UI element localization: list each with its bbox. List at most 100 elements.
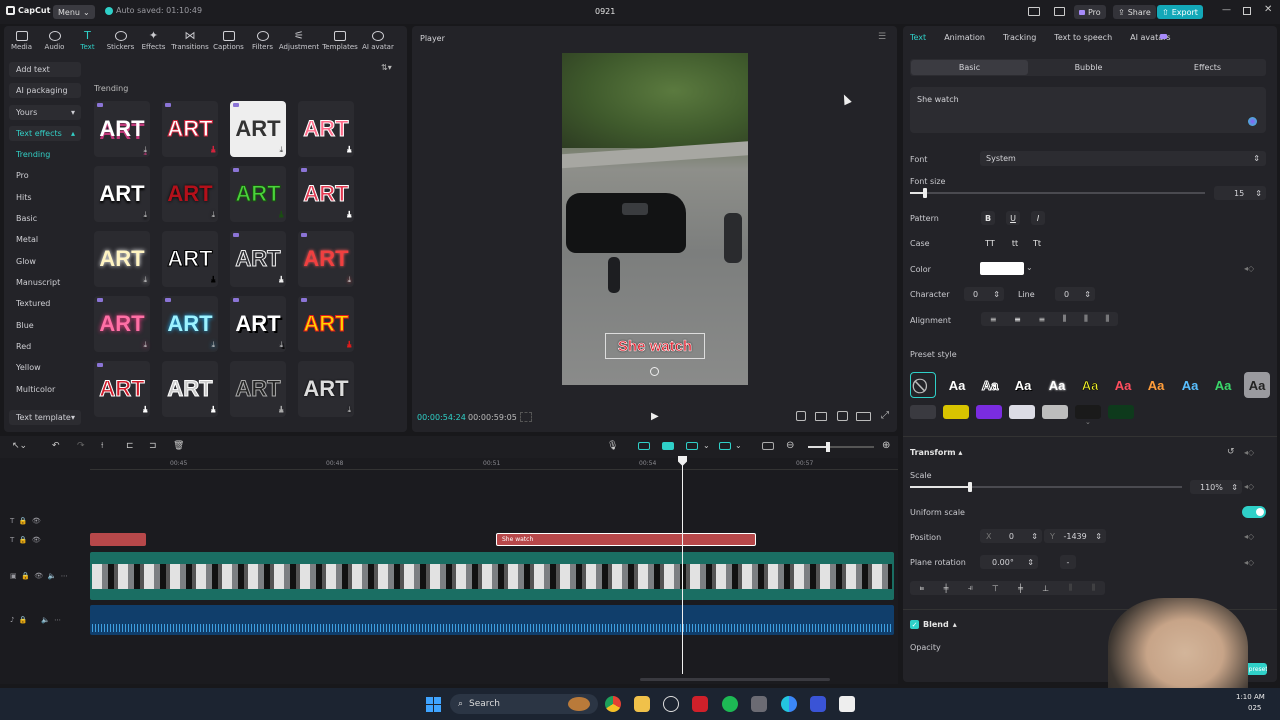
preset-style[interactable]: Aa (1077, 372, 1103, 398)
preset-style[interactable] (1042, 405, 1068, 419)
chevron-down-icon[interactable]: ⌄ (1026, 263, 1033, 272)
color-swatch[interactable] (980, 262, 1024, 275)
preset-style[interactable]: Aa (977, 372, 1003, 398)
pro-button[interactable]: Pro (1074, 5, 1106, 19)
align-h-center-icon[interactable]: ╪ (944, 584, 949, 593)
align-right-edge-icon[interactable]: ⫣ (968, 583, 973, 593)
distribute-v-icon[interactable]: ⫼ (1092, 583, 1096, 593)
timecode-grid-icon[interactable] (520, 412, 532, 422)
chevron-down-icon[interactable]: ⌄ (703, 441, 710, 450)
chrome-icon[interactable] (605, 696, 621, 712)
scale-slider[interactable] (910, 482, 1182, 492)
project-name[interactable]: 0921 (595, 7, 615, 16)
line-spacing-input[interactable]: 0 ⇕ (1055, 287, 1095, 301)
text-effect-tile[interactable]: ART ⤓ (230, 231, 286, 287)
add-text-button[interactable]: Add text (9, 62, 81, 77)
zoom-handle[interactable] (826, 442, 830, 452)
close-icon[interactable]: ✕ (1264, 4, 1272, 15)
text-input[interactable]: She watch (910, 87, 1266, 133)
text-effect-tile[interactable]: ART ⤓ (94, 296, 150, 352)
vertical-align-top-icon[interactable]: ⫼ (1063, 314, 1067, 324)
spotify-icon[interactable] (722, 696, 738, 712)
font-size-slider[interactable] (910, 188, 1205, 198)
fullscreen-icon[interactable]: ⤢ (881, 410, 889, 421)
tab-text[interactable]: T Text (71, 27, 104, 55)
keyframe-icon[interactable]: ◂◇ (1244, 532, 1254, 541)
export-button[interactable]: ⇧ Export (1157, 5, 1203, 19)
preset-style[interactable]: Aa (1210, 372, 1236, 398)
eye-icon[interactable]: 👁 (34, 572, 43, 580)
text-effect-tile[interactable]: ART ⤓ (162, 101, 218, 157)
text-clip-selected[interactable]: She watch (496, 533, 756, 546)
vertical-align-center-icon[interactable]: ⫼ (1084, 314, 1088, 324)
trim-left-icon[interactable]: ⊏ (126, 441, 134, 451)
timeline-scrollbar[interactable] (640, 678, 830, 681)
sort-icon[interactable]: ⇅▾ (381, 63, 392, 72)
tab-transitions[interactable]: ⋈ Transitions (170, 27, 210, 55)
video-frame[interactable]: She watch (562, 53, 748, 385)
share-button[interactable]: ⇪ Share (1113, 5, 1156, 19)
preset-style[interactable]: Aa (1110, 372, 1136, 398)
snap-icon[interactable] (719, 442, 731, 450)
tab-animation[interactable]: Animation (944, 33, 985, 42)
preset-style[interactable] (1075, 405, 1101, 419)
tab-filters[interactable]: Filters (247, 27, 278, 55)
menu-lines-icon[interactable]: ☰ (878, 32, 886, 42)
subtab-basic[interactable]: Basic (911, 60, 1028, 75)
tab-text-to-speech[interactable]: Text to speech (1054, 33, 1112, 42)
scale-input[interactable]: 110% ⇕ (1190, 480, 1242, 494)
uppercase-button[interactable]: TT (983, 236, 997, 250)
mute-icon[interactable]: 🔈 (48, 572, 57, 580)
aspect-icon[interactable] (856, 412, 871, 421)
keyframe-icon[interactable]: ◂◇ (1244, 558, 1254, 567)
tab-ai-avatar[interactable]: AI avatar (360, 27, 396, 55)
align-top-edge-icon[interactable]: ⊤ (992, 584, 999, 593)
lock-icon[interactable]: 🔒 (19, 517, 28, 525)
preset-style[interactable]: Aa (944, 372, 970, 398)
zoom-in-icon[interactable]: ⊕ (882, 440, 890, 451)
magnet-icon[interactable] (638, 442, 650, 450)
maximize-icon[interactable] (1243, 7, 1251, 15)
app-icon[interactable] (810, 696, 826, 712)
tab-tracking[interactable]: Tracking (1003, 33, 1036, 42)
text-effect-tile[interactable]: ART ⤓ (162, 166, 218, 222)
zoom-out-icon[interactable]: ⊖ (786, 440, 794, 451)
sidebar-item-basic[interactable]: Basic (9, 211, 81, 226)
subtab-effects[interactable]: Effects (1149, 60, 1266, 75)
screenshot-icon[interactable] (837, 411, 848, 421)
rotation-input[interactable]: 0.00° ⇕ (980, 555, 1038, 569)
play-icon[interactable]: ▶ (651, 411, 659, 422)
distribute-h-icon[interactable]: ⫼ (1069, 583, 1073, 593)
keyframe-icon[interactable]: ◂◇ (1244, 482, 1254, 491)
shortcut-icon[interactable] (1054, 7, 1065, 16)
delete-icon[interactable]: 🗑 (173, 441, 184, 451)
preset-style[interactable]: Aa (1143, 372, 1169, 398)
sidebar-item-pro[interactable]: Pro (9, 168, 81, 183)
yours-dropdown[interactable]: Yours ▾ (9, 105, 81, 120)
playhead[interactable] (682, 456, 683, 674)
character-spacing-input[interactable]: 0 ⇕ (964, 287, 1004, 301)
position-x-input[interactable]: X 0 ⇕ (980, 529, 1042, 543)
bold-button[interactable]: B (981, 211, 995, 225)
font-size-handle[interactable] (923, 188, 927, 198)
text-effect-tile[interactable]: ART ⤓ (298, 231, 354, 287)
text-effect-tile[interactable]: ART ⤓ (162, 231, 218, 287)
preview-axis-icon[interactable] (686, 442, 698, 450)
font-select[interactable]: System ⇕ (980, 151, 1266, 166)
lock-icon[interactable]: 🔒 (19, 536, 28, 544)
eye-icon[interactable]: 👁 (32, 517, 41, 525)
preset-style[interactable] (1009, 405, 1035, 419)
trim-right-icon[interactable]: ⊐ (149, 441, 157, 451)
sidebar-item-glow[interactable]: Glow (9, 254, 81, 269)
underline-button[interactable]: U (1006, 211, 1020, 225)
text-overlay-box[interactable]: She watch (605, 333, 705, 359)
rotate-handle-icon[interactable] (650, 367, 659, 376)
tab-stickers[interactable]: Stickers (104, 27, 137, 55)
crop-icon[interactable] (796, 411, 806, 421)
preset-style[interactable]: Aa (1010, 372, 1036, 398)
align-left-edge-icon[interactable]: ⫢ (920, 583, 925, 593)
subtab-bubble[interactable]: Bubble (1030, 60, 1147, 75)
lock-icon[interactable]: 🔒 (21, 572, 30, 580)
microphone-icon[interactable]: 🎙 (607, 441, 618, 451)
layout-icon[interactable] (1028, 7, 1040, 16)
